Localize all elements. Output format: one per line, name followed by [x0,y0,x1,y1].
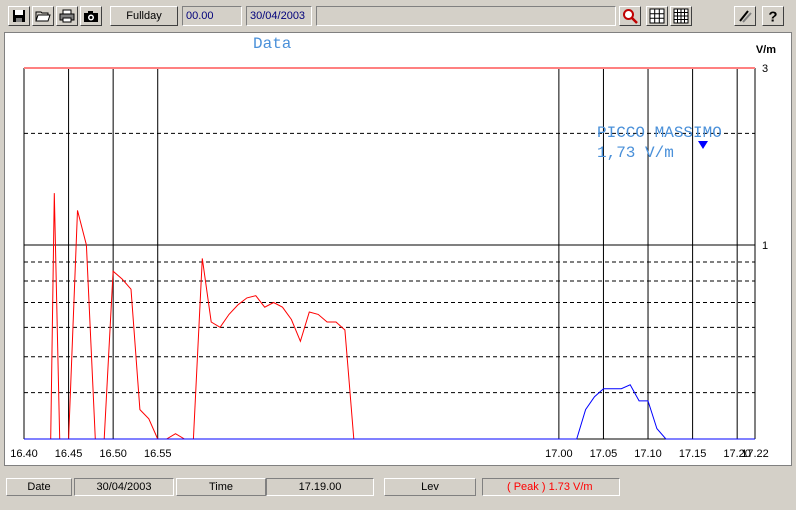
toolbar: Fullday 00.00 30/04/2003 ? [0,0,796,32]
save-button[interactable] [8,6,30,26]
y-tick-label: 3 [762,63,768,75]
x-tick-label: 17.05 [590,448,618,460]
chart-panel: 16.40 16.45 16.50 16.55 17.00 17.05 17.10 17.15… [4,32,792,466]
status-peak-prefix: ( Peak ) [507,481,546,493]
x-tick-label: 17.00 [545,448,573,460]
chart-title: Data [253,35,292,53]
open-button[interactable] [32,6,54,26]
x-tick-label: 17.10 [634,448,662,460]
tools-button[interactable] [734,6,756,26]
x-tick-label: 17.15 [679,448,707,460]
zoom-icon [623,9,638,24]
status-peak-value: ( Peak ) 1.73 V/m [482,478,620,496]
status-peak-reading: 1.73 V/m [548,481,593,493]
peak-marker-icon [698,141,708,149]
peak-annotation-title: PICCO MASSIMO [597,124,722,142]
status-date-label: Date [6,478,72,496]
status-time-label: Time [176,478,266,496]
chart: 16.40 16.45 16.50 16.55 17.00 17.05 17.10 17.15… [10,35,776,460]
open-folder-icon [35,11,51,22]
print-icon [59,9,75,23]
snapshot-button[interactable] [80,6,102,26]
status-lev-label: Lev [384,478,476,496]
help-button[interactable]: ? [762,6,784,26]
tools-icon [739,10,752,23]
print-button[interactable] [56,6,78,26]
camera-icon [84,11,98,22]
x-tick-label: 16.55 [144,448,172,460]
date-field[interactable]: 30/04/2003 [246,6,312,26]
status-date-value: 30/04/2003 [74,478,174,496]
series-red-line [24,193,461,440]
x-tick-label: 17.22 [741,448,769,460]
x-tick-label: 16.40 [10,448,38,460]
help-icon: ? [768,9,777,25]
status-time-value: 17.19.00 [266,478,374,496]
x-tick-label: 16.50 [99,448,127,460]
grid-dense-icon [673,8,689,24]
status-bar: Date 30/04/2003 Time 17.19.00 Lev ( Peak… [4,474,792,500]
y-tick-label: 1 [762,240,768,252]
save-icon [13,10,25,22]
zoom-button[interactable] [619,6,641,26]
grid-button[interactable] [646,6,668,26]
y-axis-unit: V/m [756,44,776,56]
peak-annotation-value: 1,73 V/m [597,144,674,162]
grid-dense-button[interactable] [670,6,692,26]
grid-icon [649,8,665,24]
info-field [316,6,616,26]
x-tick-label: 16.45 [55,448,83,460]
svg-text:?: ? [768,9,777,25]
range-button[interactable]: Fullday [110,6,178,26]
time-field[interactable]: 00.00 [182,6,242,26]
